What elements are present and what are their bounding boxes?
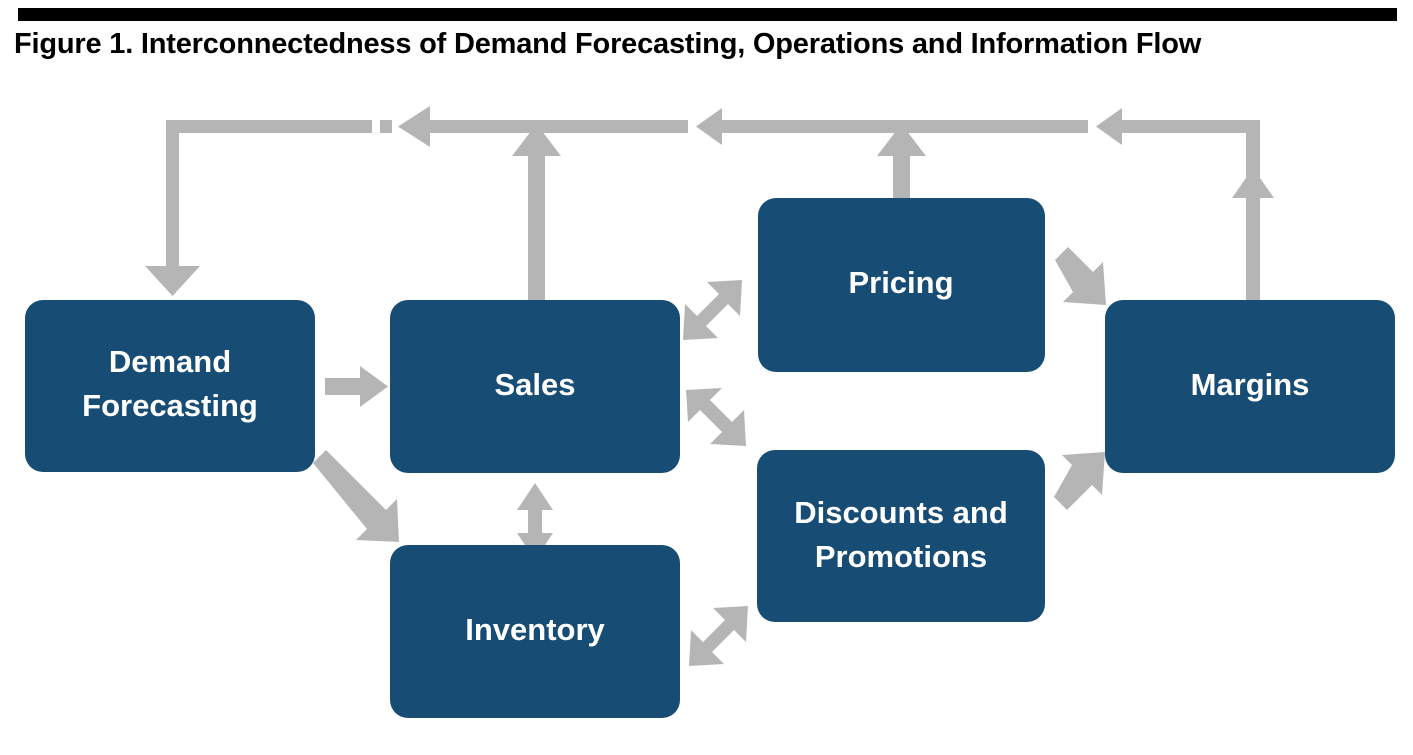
feedback-arrowhead-2: [696, 108, 722, 145]
feedback-bus-stub: [380, 120, 392, 133]
feedback-arrowhead-1: [398, 106, 430, 147]
title-rule: [18, 8, 1397, 21]
edge-margins-feedback-to-demand: [145, 106, 1274, 300]
page-title: Figure 1. Interconnectedness of Demand F…: [14, 28, 1202, 60]
edge-discounts-to-margins: [1054, 452, 1105, 510]
node-discounts-and-promotions-box[interactable]: [757, 450, 1045, 622]
node-margins[interactable]: Margins: [1105, 300, 1395, 473]
node-discounts-and-promotions-label: Discounts and: [794, 495, 1008, 530]
node-pricing[interactable]: Pricing: [758, 198, 1045, 372]
edge-pricing-to-margins: [1055, 247, 1106, 305]
node-sales[interactable]: Sales: [390, 300, 680, 473]
edge-sales-to-pricing: [683, 280, 742, 340]
node-demand-forecasting-box[interactable]: [25, 300, 315, 472]
node-demand-forecasting[interactable]: Demand Forecasting: [25, 300, 315, 472]
node-sales-label: Sales: [494, 367, 575, 402]
feedback-bus-right-corner: [1246, 133, 1260, 183]
node-demand-forecasting-label-2: Forecasting: [82, 388, 258, 423]
flowchart-diagram: Demand Forecasting Sales Pricing Discoun…: [25, 106, 1395, 718]
feedback-down-into-demand: [145, 120, 200, 296]
feedback-bus-seg-left-mid: [430, 120, 688, 133]
feedback-bus-seg-far-left: [166, 120, 372, 133]
node-pricing-label: Pricing: [848, 265, 953, 300]
margins-up-riser: [1232, 168, 1274, 300]
node-discounts-and-promotions-label-2: Promotions: [815, 539, 987, 574]
feedback-arrowhead-3: [1096, 108, 1122, 145]
node-demand-forecasting-label: Demand: [109, 344, 231, 379]
edge-sales-to-discounts: [686, 388, 746, 446]
node-margins-label: Margins: [1191, 367, 1310, 402]
edge-sales-feedback-up: [512, 124, 561, 300]
node-discounts-and-promotions[interactable]: Discounts and Promotions: [757, 450, 1045, 622]
edge-demand-to-sales: [325, 366, 388, 407]
edge-pricing-feedback-up: [877, 124, 926, 198]
feedback-bus-seg-right: [1122, 120, 1260, 133]
node-inventory[interactable]: Inventory: [390, 545, 680, 718]
node-inventory-label: Inventory: [465, 612, 605, 647]
edge-demand-to-inventory: [313, 450, 399, 542]
edge-inventory-to-discounts: [689, 606, 748, 666]
figure-page: Figure 1. Interconnectedness of Demand F…: [0, 0, 1413, 755]
